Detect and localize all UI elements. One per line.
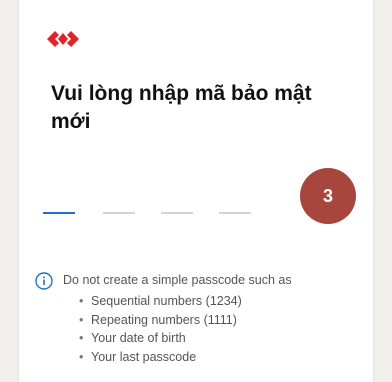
bullet-icon: • bbox=[79, 312, 84, 327]
bullet-icon: • bbox=[79, 331, 84, 345]
screen: Vui lòng nhập mã bảo mật mới 3 Do not cr… bbox=[0, 0, 392, 382]
hint-item-text: Your last passcode bbox=[91, 349, 197, 364]
step-badge-label: 3 bbox=[322, 185, 333, 206]
list-item: • Your date of birth bbox=[79, 329, 242, 348]
passcode-digit-3[interactable] bbox=[161, 212, 193, 214]
list-item: • Your last passcode bbox=[79, 348, 242, 367]
passcode-digit-2[interactable] bbox=[103, 212, 135, 214]
hint-item-text: Sequential numbers (1234) bbox=[91, 294, 242, 308]
list-item: • Repeating numbers (1111) bbox=[79, 311, 242, 330]
passcode-input[interactable] bbox=[43, 212, 263, 216]
passcode-digit-1[interactable] bbox=[43, 212, 75, 214]
list-item: • Sequential numbers (1234) bbox=[79, 292, 242, 311]
bank-diamond-logo-icon bbox=[47, 31, 79, 47]
bullet-icon: • bbox=[79, 294, 84, 308]
passcode-digit-4[interactable] bbox=[219, 212, 251, 214]
hint-item-text: Repeating numbers (1111) bbox=[91, 312, 237, 327]
hint-list: • Sequential numbers (1234) • Repeating nu… bbox=[79, 292, 242, 366]
step-badge: 3 bbox=[300, 168, 356, 224]
bullet-icon: • bbox=[79, 349, 84, 364]
hint-item-text: Your date of birth bbox=[91, 331, 186, 345]
info-icon bbox=[35, 272, 53, 290]
hint-lead-text: Do not create a simple passcode such as bbox=[63, 273, 292, 287]
passcode-card: Vui lòng nhập mã bảo mật mới 3 Do not cr… bbox=[18, 0, 374, 382]
page-title: Vui lòng nhập mã bảo mật mới bbox=[51, 82, 312, 133]
